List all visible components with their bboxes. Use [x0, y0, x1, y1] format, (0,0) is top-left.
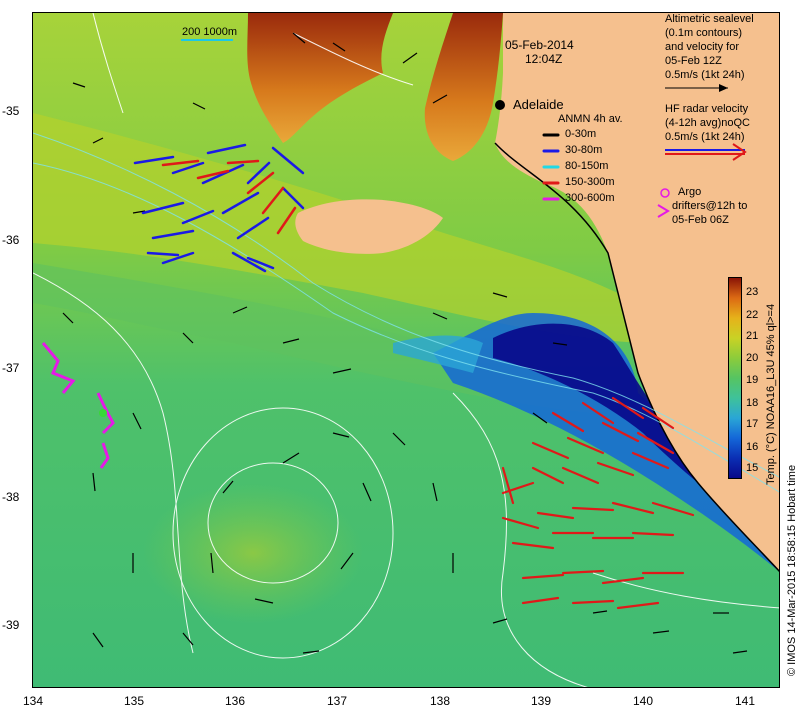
- x-tick-136: 136: [224, 694, 246, 708]
- adelaide-marker: [495, 100, 505, 110]
- anmn-legend-item-4: 300-600m: [565, 192, 615, 204]
- anmn-legend-item-2: 80-150m: [565, 160, 609, 172]
- sealevel-legend-line5: 0.5m/s (1kt 24h): [665, 69, 745, 81]
- colorbar-tick-17: 17: [746, 418, 759, 430]
- scale-bar-label: 200 1000m: [182, 26, 238, 38]
- x-tick-139: 139: [530, 694, 552, 708]
- anmn-legend-item-1: 30-80m: [565, 144, 603, 156]
- y-tick-36: -36: [2, 233, 20, 247]
- sealevel-legend-line1: Altimetric sealevel: [665, 13, 754, 25]
- x-tick-141: 141: [734, 694, 756, 708]
- y-tick-38: -38: [2, 490, 20, 504]
- argo-legend-line2: drifters@12h to: [672, 200, 748, 212]
- colorbar-tick-23: 23: [746, 286, 759, 298]
- hf-legend-line1: HF radar velocity: [665, 103, 749, 115]
- x-tick-134: 134: [22, 694, 44, 708]
- temperature-colorbar: [728, 277, 742, 479]
- map-date: 05-Feb-2014: [505, 38, 574, 52]
- colorbar-tick-22: 22: [746, 309, 759, 321]
- anmn-legend-item-0: 0-30m: [565, 128, 597, 140]
- colorbar-tick-19: 19: [746, 374, 759, 386]
- x-tick-135: 135: [123, 694, 145, 708]
- adelaide-label: Adelaide: [513, 97, 564, 112]
- anmn-legend-item-3: 150-300m: [565, 176, 615, 188]
- sealevel-legend-line3: and velocity for: [665, 41, 739, 53]
- argo-legend-line1: Argo: [678, 186, 702, 198]
- x-tick-140: 140: [632, 694, 654, 708]
- argo-position: [99, 409, 107, 417]
- y-tick-37: -37: [2, 361, 20, 375]
- hf-legend-line2: (4-12h avg)noQC: [665, 117, 750, 129]
- x-tick-138: 138: [429, 694, 451, 708]
- argo-legend-line3: 05-Feb 06Z: [672, 214, 729, 226]
- y-tick-35: -35: [2, 104, 20, 118]
- sealevel-legend-line4: 05-Feb 12Z: [665, 55, 722, 67]
- sealevel-legend-line2: (0.1m contours): [665, 27, 743, 39]
- colorbar-tick-16: 16: [746, 441, 759, 453]
- colorbar-tick-20: 20: [746, 352, 759, 364]
- anmn-legend-title: ANMN 4h av.: [558, 113, 623, 125]
- colorbar-tick-18: 18: [746, 397, 759, 409]
- credit-text: © IMOS 14-Mar-2015 18:58:15 Hobart time: [786, 464, 798, 676]
- colorbar-tick-15: 15: [746, 462, 759, 474]
- map-time: 12:04Z: [525, 52, 563, 66]
- colorbar-tick-21: 21: [746, 330, 759, 342]
- colorbar-label: Temp. (°C) NOAA16_L3U 45% ql>=4: [765, 303, 777, 485]
- y-tick-39: -39: [2, 618, 20, 632]
- x-tick-137: 137: [326, 694, 348, 708]
- hf-legend-line3: 0.5m/s (1kt 24h): [665, 131, 745, 143]
